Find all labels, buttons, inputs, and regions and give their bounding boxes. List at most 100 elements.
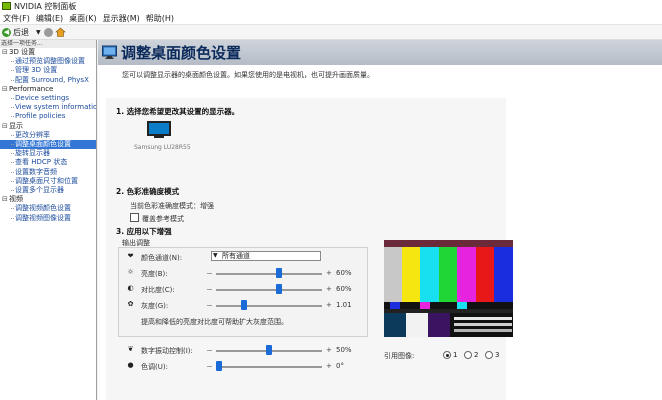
tree-item[interactable]: 调整桌面尺寸和位置 bbox=[0, 177, 96, 186]
menu-file[interactable]: 文件(F) bbox=[0, 13, 33, 24]
hue-slider-thumb[interactable] bbox=[216, 361, 222, 371]
nvidia-app-icon bbox=[2, 2, 11, 10]
hue-minus[interactable]: － bbox=[206, 362, 213, 372]
tree-item[interactable]: Device settings bbox=[0, 94, 96, 103]
gamma-icon: ✿ bbox=[127, 300, 134, 308]
tree-category-3d[interactable]: ⊟ 3D 设置 bbox=[0, 48, 96, 57]
contrast-slider-thumb[interactable] bbox=[276, 284, 282, 294]
page-title: 调整桌面颜色设置 bbox=[121, 44, 242, 62]
forward-arrow-icon[interactable] bbox=[43, 27, 53, 37]
tree-item[interactable]: 调整视频颜色设置 bbox=[0, 204, 96, 213]
vibrance-plus[interactable]: + bbox=[326, 346, 332, 354]
back-arrow-icon: ◀ bbox=[2, 27, 11, 37]
color-channel-dropdown[interactable]: ▼ 所有通道 bbox=[211, 251, 321, 261]
collapse-icon[interactable]: ⊟ bbox=[2, 85, 9, 94]
vibrance-minus[interactable]: － bbox=[206, 346, 213, 356]
gamma-note: 提高和降低的亮度对比度可帮助扩大灰度范围。 bbox=[141, 318, 288, 326]
vibrance-value: 50% bbox=[336, 346, 352, 354]
sidebar-header: 选择一项任务... bbox=[0, 40, 96, 48]
contrast-label: 对比度(C): bbox=[141, 286, 175, 294]
channel-label: 颜色通道(N): bbox=[141, 254, 183, 262]
page-header: 调整桌面颜色设置 bbox=[98, 40, 662, 65]
hue-value: 0° bbox=[336, 362, 344, 370]
reference-radio-3-label: 3 bbox=[495, 351, 500, 359]
back-history-dropdown-icon[interactable]: ▼ bbox=[36, 29, 41, 36]
override-label: 覆盖参考模式 bbox=[142, 215, 184, 223]
brightness-slider-thumb[interactable] bbox=[276, 268, 282, 278]
color-settings-icon bbox=[102, 45, 117, 59]
hue-slider-track[interactable] bbox=[216, 366, 322, 368]
tree-item[interactable]: 调整视频图像设置 bbox=[0, 214, 96, 223]
collapse-icon[interactable]: ⊟ bbox=[2, 195, 9, 204]
tree-item-selected[interactable]: 调整桌面颜色设置 bbox=[0, 140, 96, 150]
section2-title: 2. 色彩准确度模式 bbox=[116, 187, 180, 196]
back-button[interactable]: ◀ 后退 bbox=[2, 27, 29, 38]
back-label: 后退 bbox=[13, 27, 29, 37]
display-selector[interactable] bbox=[147, 121, 171, 139]
main-content: 调整桌面颜色设置 您可以调整显示器的桌面颜色设置。如果您使用的是电视机，也可提升… bbox=[98, 40, 662, 400]
home-icon[interactable] bbox=[54, 27, 66, 37]
reference-radio-2-label: 2 bbox=[474, 351, 479, 359]
monitor-icon bbox=[147, 121, 171, 136]
tree-item[interactable]: 配置 Surround, PhysX bbox=[0, 76, 96, 85]
vibrance-label: 数字振动控制(I): bbox=[141, 347, 193, 355]
display-name: Samsung LU28R55 bbox=[134, 144, 191, 151]
gamma-slider-track[interactable] bbox=[216, 305, 322, 307]
window-title: NVIDIA 控制面板 bbox=[14, 1, 77, 11]
tree-category-performance[interactable]: ⊟ Performance bbox=[0, 85, 96, 94]
reference-radio-2[interactable] bbox=[464, 351, 472, 359]
gamma-value: 1.01 bbox=[336, 301, 352, 309]
tree-item[interactable]: View system information bbox=[0, 103, 96, 112]
brightness-icon: ☼ bbox=[127, 268, 134, 276]
menu-edit[interactable]: 编辑(E) bbox=[33, 13, 66, 24]
brightness-minus[interactable]: － bbox=[206, 269, 213, 279]
contrast-minus[interactable]: － bbox=[206, 285, 213, 295]
override-checkbox[interactable] bbox=[130, 213, 139, 222]
brightness-slider-track[interactable] bbox=[216, 273, 322, 275]
page-subtitle: 您可以调整显示器的桌面颜色设置。如果您使用的是电视机，也可提升画面质量。 bbox=[122, 71, 374, 79]
brightness-value: 60% bbox=[336, 269, 352, 277]
toolbar: ◀ 后退 ▼ bbox=[0, 25, 662, 40]
tree-item[interactable]: 管理 3D 设置 bbox=[0, 66, 96, 75]
reference-radio-1[interactable] bbox=[443, 351, 451, 359]
tree-item[interactable]: Profile policies bbox=[0, 112, 96, 121]
gamma-slider-thumb[interactable] bbox=[241, 300, 247, 310]
menu-bar: 文件(F) 编辑(E) 桌面(K) 显示器(M) 帮助(H) bbox=[0, 12, 662, 25]
collapse-icon[interactable]: ⊟ bbox=[2, 48, 9, 57]
monitor-stand bbox=[154, 136, 164, 138]
tree-item[interactable]: 更改分辨率 bbox=[0, 131, 96, 140]
hue-label: 色调(U): bbox=[141, 363, 168, 371]
vibrance-slider-thumb[interactable] bbox=[266, 345, 272, 355]
tree-category-display[interactable]: ⊟ 显示 bbox=[0, 122, 96, 131]
color-channel-icon: ❤ bbox=[127, 252, 134, 260]
window-titlebar: NVIDIA 控制面板 bbox=[0, 0, 662, 12]
contrast-slider-track[interactable] bbox=[216, 289, 322, 291]
collapse-icon[interactable]: ⊟ bbox=[2, 122, 9, 131]
contrast-plus[interactable]: + bbox=[326, 285, 332, 293]
section1-title: 1. 选择您希望更改其设置的显示器。 bbox=[116, 107, 240, 116]
current-mode-text: 当前色彩准确度模式：增强 bbox=[130, 202, 214, 210]
reference-test-pattern bbox=[384, 240, 513, 337]
brightness-plus[interactable]: + bbox=[326, 269, 332, 277]
section3-title: 3. 应用以下增强 bbox=[116, 227, 172, 236]
menu-desktop[interactable]: 桌面(K) bbox=[66, 13, 100, 24]
hue-plus[interactable]: + bbox=[326, 362, 332, 370]
tree-item[interactable]: 设置数字音频 bbox=[0, 168, 96, 177]
gamma-label: 灰度(G): bbox=[141, 302, 169, 310]
gamma-plus[interactable]: + bbox=[326, 301, 332, 309]
reference-label: 引用图像: bbox=[384, 352, 415, 360]
tree-item[interactable]: 查看 HDCP 状态 bbox=[0, 158, 96, 167]
menu-display[interactable]: 显示器(M) bbox=[100, 13, 143, 24]
brightness-label: 亮度(B): bbox=[141, 270, 168, 278]
channel-value: 所有通道 bbox=[222, 252, 250, 260]
contrast-value: 60% bbox=[336, 285, 352, 293]
reference-radio-3[interactable] bbox=[485, 351, 493, 359]
vibrance-icon: ❦ bbox=[127, 345, 134, 353]
task-sidebar: 选择一项任务... ⊟ 3D 设置 通过预览调整图像设置 管理 3D 设置 配置 … bbox=[0, 40, 97, 400]
menu-help[interactable]: 帮助(H) bbox=[143, 13, 177, 24]
chevron-down-icon: ▼ bbox=[213, 252, 218, 259]
tree-item[interactable]: 设置多个显示器 bbox=[0, 186, 96, 195]
gamma-minus[interactable]: － bbox=[206, 301, 213, 311]
task-tree: ⊟ 3D 设置 通过预览调整图像设置 管理 3D 设置 配置 Surround, … bbox=[0, 48, 96, 223]
reference-radio-1-label: 1 bbox=[453, 351, 458, 359]
